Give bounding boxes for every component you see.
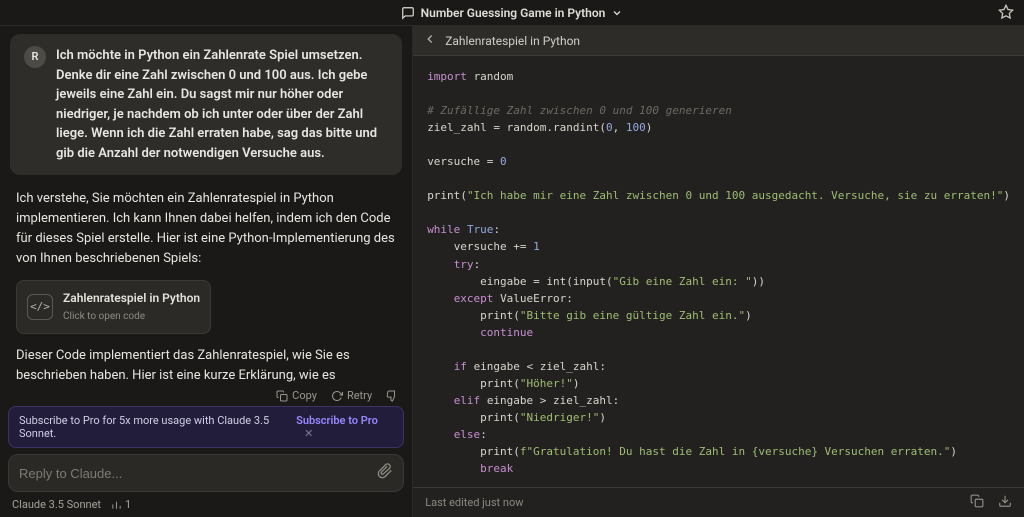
user-message-text: Ich möchte in Python ein Zahlenrate Spie… [56, 46, 388, 163]
main-split: R Ich möchte in Python ein Zahlenrate Sp… [0, 26, 1024, 517]
usage-indicator[interactable]: 1 [111, 498, 131, 511]
code-card-title: Zahlenratespiel in Python [63, 289, 200, 308]
promo-text: Subscribe to Pro for 5x more usage with … [19, 414, 296, 440]
assistant-p1: Ich verstehe, Sie möchten ein Zahlenrate… [16, 189, 396, 270]
close-icon[interactable]: ✕ [304, 427, 313, 440]
message-input-row [8, 454, 404, 492]
message-input[interactable] [19, 466, 377, 481]
code-pane: Zahlenratespiel in Python import random … [412, 26, 1024, 517]
back-icon[interactable] [423, 32, 437, 49]
model-selector[interactable]: Claude 3.5 Sonnet [12, 498, 101, 511]
code-card-subtitle: Click to open code [63, 309, 200, 325]
conversation-title[interactable]: Number Guessing Game in Python [401, 6, 624, 20]
file-name: Zahlenratespiel in Python [445, 34, 580, 48]
code-editor[interactable]: import random # Zufällige Zahl zwischen … [413, 56, 1024, 487]
assistant-p2: Dieser Code implementiert das Zahlenrate… [16, 346, 396, 387]
download-icon[interactable] [998, 494, 1012, 511]
retry-button[interactable]: Retry [331, 389, 372, 402]
code-footer: Last edited just now [413, 487, 1024, 517]
user-message: R Ich möchte in Python ein Zahlenrate Sp… [10, 34, 402, 175]
subscribe-pro-banner: Subscribe to Pro for 5x more usage with … [8, 406, 404, 448]
file-tab: Zahlenratespiel in Python [413, 26, 1024, 56]
assistant-message: Ich verstehe, Sie möchten ein Zahlenrate… [10, 187, 402, 387]
thumbs-down-button[interactable] [386, 389, 398, 402]
subscribe-pro-link[interactable]: Subscribe to Pro [296, 414, 378, 427]
attach-icon[interactable] [377, 463, 393, 483]
copy-button[interactable]: Copy [276, 389, 317, 402]
code-artifact-card[interactable]: </> Zahlenratespiel in Python Click to o… [16, 280, 211, 334]
code-icon: </> [27, 294, 53, 320]
avatar: R [24, 46, 46, 68]
conversation-title-text: Number Guessing Game in Python [421, 6, 606, 20]
chat-scroll[interactable]: R Ich möchte in Python ein Zahlenrate Sp… [0, 26, 412, 387]
copy-code-icon[interactable] [970, 494, 984, 511]
star-icon[interactable] [998, 4, 1014, 20]
chat-pane: R Ich möchte in Python ein Zahlenrate Sp… [0, 26, 412, 517]
chevron-down-icon [611, 7, 623, 19]
message-actions: Copy Retry [0, 387, 412, 404]
chat-icon [401, 6, 415, 20]
top-bar: Number Guessing Game in Python [0, 0, 1024, 26]
last-edited-status: Last edited just now [425, 496, 523, 509]
chat-footer: Claude 3.5 Sonnet 1 [0, 492, 412, 517]
